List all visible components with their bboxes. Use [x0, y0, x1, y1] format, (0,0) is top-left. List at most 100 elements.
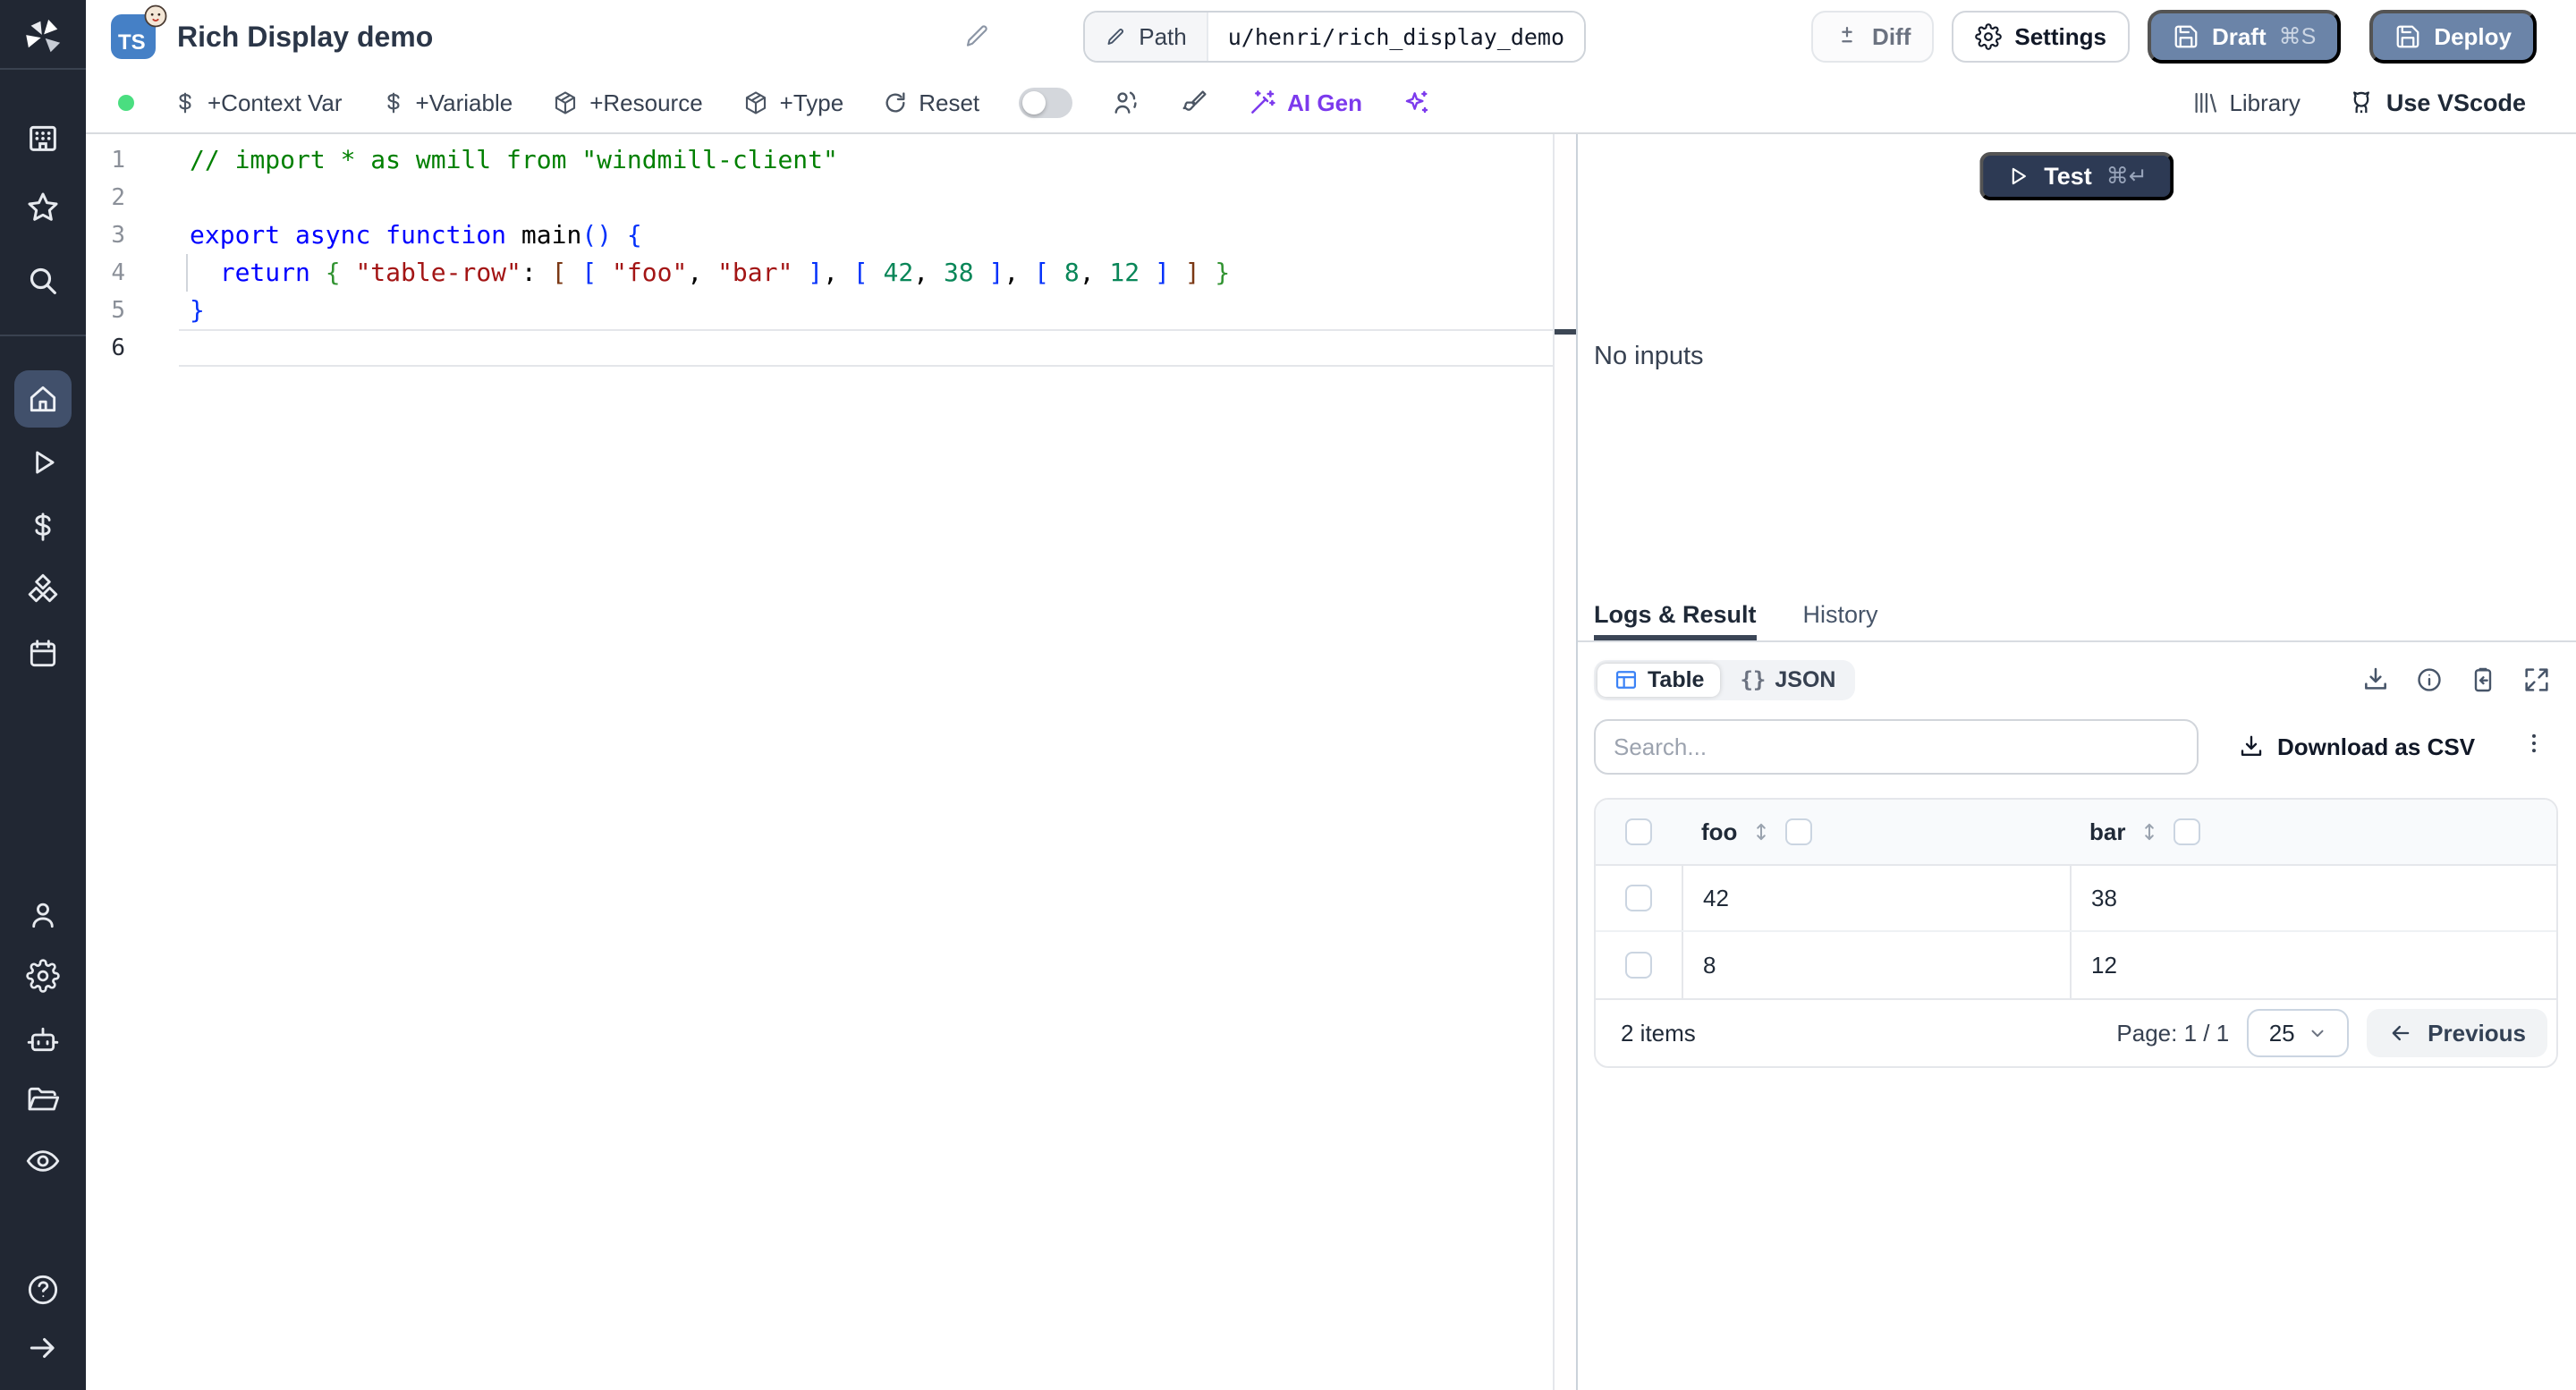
- sidebar: [0, 0, 86, 1390]
- draft-button[interactable]: Draft ⌘S: [2147, 10, 2342, 64]
- settings-button[interactable]: Settings: [1952, 11, 2130, 63]
- dollar-icon: [179, 92, 191, 114]
- cursor-position-marker: [1555, 329, 1576, 335]
- page-size-select[interactable]: 25: [2247, 1009, 2350, 1057]
- diff-button[interactable]: Diff: [1811, 11, 1935, 63]
- windmill-script-editor: TS Rich Display demo Path u/henri/rich_d…: [0, 0, 2576, 1390]
- download-csv-button[interactable]: Download as CSV: [2238, 733, 2475, 761]
- select-all-checkbox[interactable]: [1625, 818, 1652, 845]
- typescript-badge-label: TS: [118, 30, 146, 55]
- page-indicator: Page: 1 / 1: [2116, 1019, 2230, 1047]
- column-header-foo[interactable]: foo: [1701, 818, 1737, 846]
- gear-icon: [1975, 23, 2003, 50]
- cell-foo: 42: [1682, 866, 2070, 930]
- diff-icon: [1842, 26, 1852, 43]
- code-area[interactable]: // import * as wmill from "windmill-clie…: [179, 134, 1553, 1390]
- tab-history[interactable]: History: [1803, 594, 1878, 640]
- table-search-row: Download as CSV: [1594, 719, 2558, 775]
- package-icon: [745, 91, 766, 114]
- sidebar-item-runs[interactable]: [26, 445, 60, 479]
- deploy-button[interactable]: Deploy: [2369, 10, 2537, 64]
- favorites-star-icon[interactable]: [25, 190, 61, 225]
- code-editor[interactable]: 123456 // import * as wmill from "windmi…: [86, 134, 1578, 1390]
- sidebar-item-workers[interactable]: [25, 1021, 61, 1057]
- cell-bar: 38: [2070, 866, 2556, 930]
- row-checkbox[interactable]: [1625, 952, 1652, 979]
- search-input[interactable]: [1594, 719, 2199, 775]
- view-toggle-json[interactable]: {} JSON: [1724, 664, 1852, 697]
- help-icon[interactable]: [25, 1272, 61, 1308]
- table-row[interactable]: 8 12: [1596, 932, 2556, 998]
- previous-page-button[interactable]: Previous: [2367, 1009, 2547, 1057]
- header-actions: Path u/henri/rich_display_demo Diff Sett…: [1083, 10, 2537, 64]
- edit-summary-pencil-icon[interactable]: [962, 21, 991, 57]
- users-icon: [1112, 89, 1140, 117]
- sidebar-item-folders[interactable]: [25, 1082, 61, 1118]
- use-vscode-button[interactable]: Use VScode: [2347, 89, 2526, 117]
- row-checkbox[interactable]: [1625, 885, 1652, 911]
- view-toggle-table[interactable]: Table: [1597, 663, 1721, 697]
- sidebar-item-user[interactable]: [26, 898, 60, 932]
- pencil-icon: [1107, 29, 1124, 45]
- pagination: Page: 1 / 1 25 Previous: [2116, 1009, 2556, 1057]
- format-brush-icon[interactable]: [1180, 89, 1208, 117]
- test-shortcut: ⌘↵: [2106, 164, 2148, 189]
- sidebar-divider: [0, 335, 86, 336]
- library-icon: [2195, 92, 2217, 114]
- run-area: Test ⌘↵ No inputs: [1578, 134, 2576, 594]
- expand-sidebar-icon[interactable]: [26, 1331, 60, 1365]
- sidebar-item-audit-logs[interactable]: [25, 1143, 61, 1179]
- table-row[interactable]: 42 38: [1596, 866, 2556, 932]
- sparkles-icon[interactable]: [1402, 89, 1430, 117]
- sort-icon[interactable]: [1750, 820, 1773, 843]
- overview-ruler[interactable]: [1553, 134, 1576, 1390]
- copy-result-clipboard-icon[interactable]: [2469, 665, 2497, 694]
- baby-emoji-badge: [143, 4, 168, 35]
- add-resource-button[interactable]: +Resource: [552, 89, 703, 117]
- tab-logs-result[interactable]: Logs & Result: [1594, 594, 1757, 640]
- add-variable-button[interactable]: +Variable: [382, 89, 513, 117]
- sidebar-item-home[interactable]: [14, 370, 72, 428]
- sidebar-item-settings[interactable]: [26, 959, 60, 993]
- add-context-var-button[interactable]: +Context Var: [174, 89, 343, 117]
- workspace-building-icon[interactable]: [25, 120, 61, 156]
- column-filter-checkbox-foo[interactable]: [1785, 818, 1813, 845]
- reset-button[interactable]: Reset: [883, 89, 979, 117]
- table-footer: 2 items Page: 1 / 1 25 Previous: [1596, 998, 2556, 1066]
- test-button[interactable]: Test ⌘↵: [1979, 152, 2174, 200]
- result-table: foo bar 42 38 8 12 2 items Page: 1 / 1 2…: [1594, 798, 2558, 1068]
- column-filter-checkbox-bar[interactable]: [2174, 818, 2201, 845]
- workspace: 123456 // import * as wmill from "windmi…: [86, 134, 2576, 1390]
- save-icon: [2174, 25, 2198, 48]
- sidebar-item-schedules[interactable]: [26, 637, 60, 671]
- add-type-button[interactable]: +Type: [742, 89, 843, 117]
- path-button[interactable]: Path u/henri/rich_display_demo: [1083, 11, 1587, 63]
- package-icon: [555, 91, 576, 114]
- column-header-bar[interactable]: bar: [2089, 818, 2125, 846]
- download-icon: [2241, 735, 2262, 756]
- view-toggle: Table {} JSON: [1594, 659, 1856, 700]
- result-content: Table {} JSON Search... Download as CSV …: [1578, 642, 2576, 1390]
- sidebar-item-variables[interactable]: [26, 510, 60, 544]
- expand-icon[interactable]: [2522, 665, 2551, 694]
- table-icon: [1615, 671, 1637, 689]
- multiplayer-toggle[interactable]: [1019, 88, 1073, 118]
- sort-icon[interactable]: [2138, 820, 2161, 843]
- download-icon[interactable]: [2361, 665, 2390, 694]
- sidebar-item-resources[interactable]: [25, 572, 61, 608]
- library-button[interactable]: Library: [2191, 89, 2301, 117]
- search-icon[interactable]: [25, 263, 61, 299]
- windmill-logo-icon[interactable]: [22, 16, 64, 57]
- table-menu-kebab-icon[interactable]: [2521, 730, 2547, 764]
- page-title: Rich Display demo: [177, 20, 434, 53]
- ai-gen-button[interactable]: AI Gen: [1248, 89, 1362, 117]
- dollar-icon: [387, 92, 400, 114]
- cell-foo: 8: [1682, 932, 2070, 998]
- path-label: Path: [1139, 22, 1187, 50]
- table-header-row: foo bar: [1596, 800, 2556, 866]
- draft-shortcut: ⌘S: [2278, 24, 2317, 49]
- path-value: u/henri/rich_display_demo: [1206, 13, 1585, 61]
- right-panel: Test ⌘↵ No inputs Logs & Result History: [1578, 134, 2576, 1390]
- info-icon[interactable]: [2415, 665, 2444, 694]
- path-label-segment: Path: [1085, 13, 1207, 61]
